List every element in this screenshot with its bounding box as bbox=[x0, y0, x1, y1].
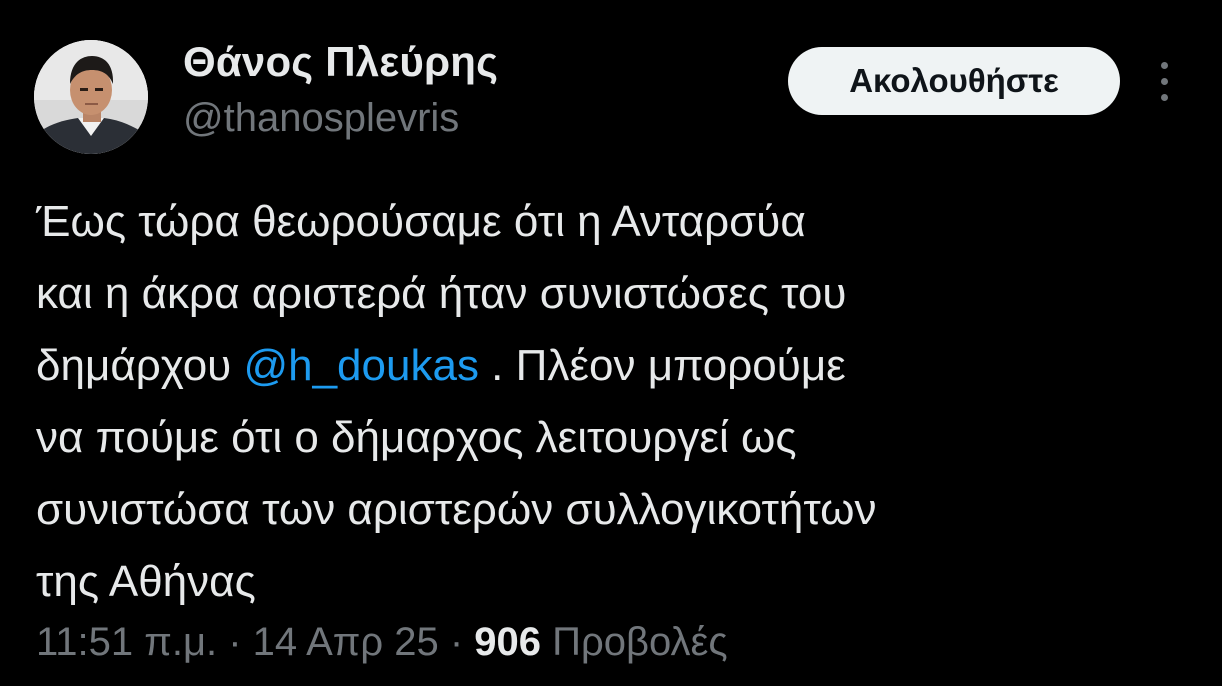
tweet-meta: 11:51 π.μ. · 14 Απρ 25 · 906 Προβολές bbox=[36, 620, 728, 665]
tweet-card: Θάνος Πλεύρης @thanosplevris Ακολουθήστε… bbox=[0, 0, 1222, 686]
tweet-text-line: Έως τώρα θεωρούσαμε ότι η Ανταρσύα bbox=[36, 197, 806, 246]
more-vertical-icon[interactable] bbox=[1152, 60, 1178, 104]
author-display-name[interactable]: Θάνος Πλεύρης bbox=[183, 38, 498, 86]
meta-separator: · bbox=[438, 620, 475, 664]
more-dot bbox=[1161, 78, 1168, 85]
tweet-text-line: δημάρχου @h_doukas . Πλέον μπορούμε bbox=[36, 330, 1186, 402]
tweet-text-segment: . Πλέον μπορούμε bbox=[478, 341, 846, 390]
tweet-text-line: της Αθήνας bbox=[36, 557, 256, 606]
follow-button[interactable]: Ακολουθήστε bbox=[788, 47, 1120, 115]
tweet-text-segment: δημάρχου bbox=[36, 341, 244, 390]
author-avatar[interactable] bbox=[34, 40, 148, 154]
tweet-text: Έως τώρα θεωρούσαμε ότι η Ανταρσύα και η… bbox=[36, 186, 1186, 618]
more-dot bbox=[1161, 94, 1168, 101]
views-label: Προβολές bbox=[541, 620, 728, 664]
meta-separator: · bbox=[217, 620, 253, 664]
tweet-date[interactable]: 14 Απρ 25 bbox=[253, 620, 439, 664]
mention-link[interactable]: @h_doukas bbox=[243, 341, 479, 390]
tweet-text-line: και η άκρα αριστερά ήταν συνιστώσες του bbox=[36, 269, 847, 318]
tweet-time[interactable]: 11:51 π.μ. bbox=[36, 620, 217, 664]
views-count: 906 bbox=[474, 620, 542, 664]
tweet-text-line: να πούμε ότι ο δήμαρχος λειτουργεί ως bbox=[36, 413, 797, 462]
avatar-image bbox=[34, 40, 148, 154]
author-handle[interactable]: @thanosplevris bbox=[183, 96, 459, 141]
tweet-text-line: συνιστώσα των αριστερών συλλογικοτήτων bbox=[36, 485, 877, 534]
more-dot bbox=[1161, 62, 1168, 69]
